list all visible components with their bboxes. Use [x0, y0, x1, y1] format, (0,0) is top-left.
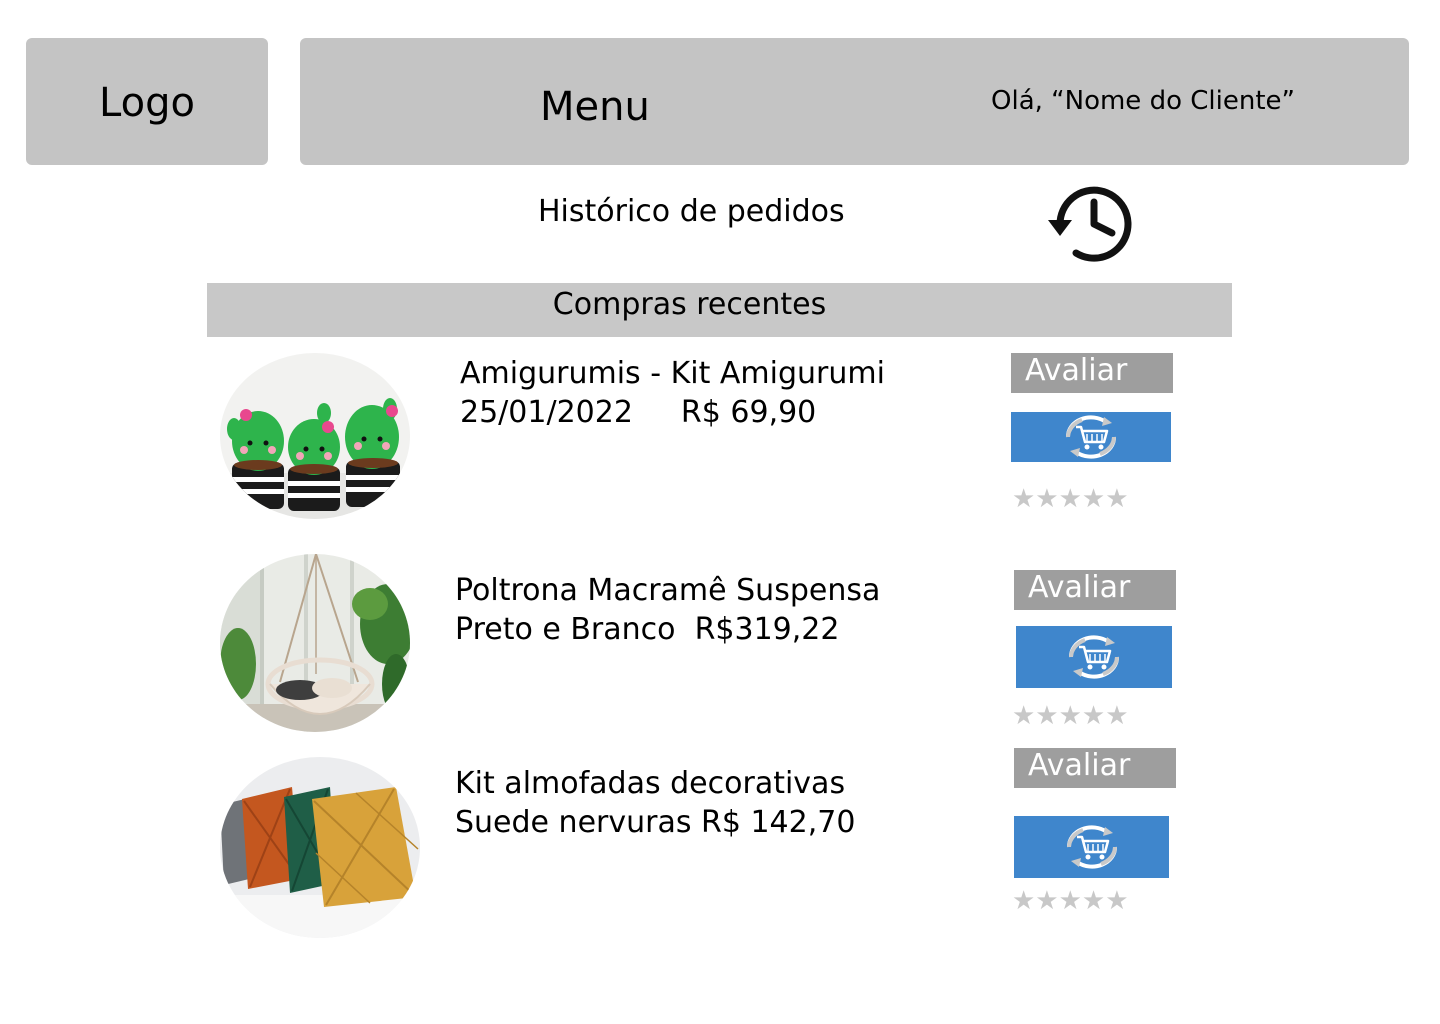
logo[interactable]: Logo [26, 38, 268, 165]
star-rating[interactable]: ★★★★★ [1012, 888, 1129, 914]
order-1-meta: 25/01/2022 R$ 69,90 [460, 393, 885, 432]
cushions-photo[interactable] [220, 757, 420, 938]
order-1-details: Amigurumis - Kit Amigurumi 25/01/2022 R$ … [460, 354, 885, 432]
order-1-date: 25/01/2022 [460, 395, 633, 430]
logo-label: Logo [99, 80, 195, 126]
reorder-button[interactable] [1011, 412, 1171, 462]
recent-purchases-title: Compras recentes [552, 287, 827, 322]
recent-purchases-header: Compras recentes [207, 283, 1232, 337]
order-2-details: Poltrona Macramê Suspensa Preto e Branco… [455, 571, 880, 649]
history-icon[interactable] [1046, 180, 1138, 266]
order-3-title: Kit almofadas decorativas [455, 766, 846, 801]
order-3-details: Kit almofadas decorativas Suede nervuras… [455, 764, 855, 842]
macrame-chair-photo[interactable] [220, 554, 410, 732]
order-2-subtitle-price: Preto e Branco R$319,22 [455, 612, 840, 647]
star-rating[interactable]: ★★★★★ [1012, 703, 1129, 729]
order-1-price: R$ 69,90 [680, 395, 817, 430]
customer-greeting: Olá, “Nome do Cliente” [991, 86, 1295, 116]
reorder-button[interactable] [1016, 626, 1172, 688]
amigurumi-cactus-photo[interactable] [220, 353, 410, 519]
header-bar: Menu Olá, “Nome do Cliente” [300, 38, 1409, 165]
order-1-title: Amigurumis - Kit Amigurumi [460, 356, 885, 391]
order-2-title: Poltrona Macramê Suspensa [455, 573, 881, 608]
order-3-subtitle-price: Suede nervuras R$ 142,70 [455, 805, 856, 840]
cart-reorder-icon [1068, 635, 1120, 679]
rate-button[interactable]: Avaliar [1014, 748, 1176, 788]
cart-reorder-icon [1066, 825, 1117, 869]
page-title: Histórico de pedidos [538, 194, 845, 229]
reorder-button[interactable] [1014, 816, 1169, 878]
star-rating[interactable]: ★★★★★ [1012, 486, 1129, 512]
cart-reorder-icon [1065, 415, 1117, 459]
menu-button[interactable]: Menu [540, 84, 650, 130]
rate-button[interactable]: Avaliar [1011, 353, 1173, 393]
rate-button[interactable]: Avaliar [1014, 570, 1176, 610]
